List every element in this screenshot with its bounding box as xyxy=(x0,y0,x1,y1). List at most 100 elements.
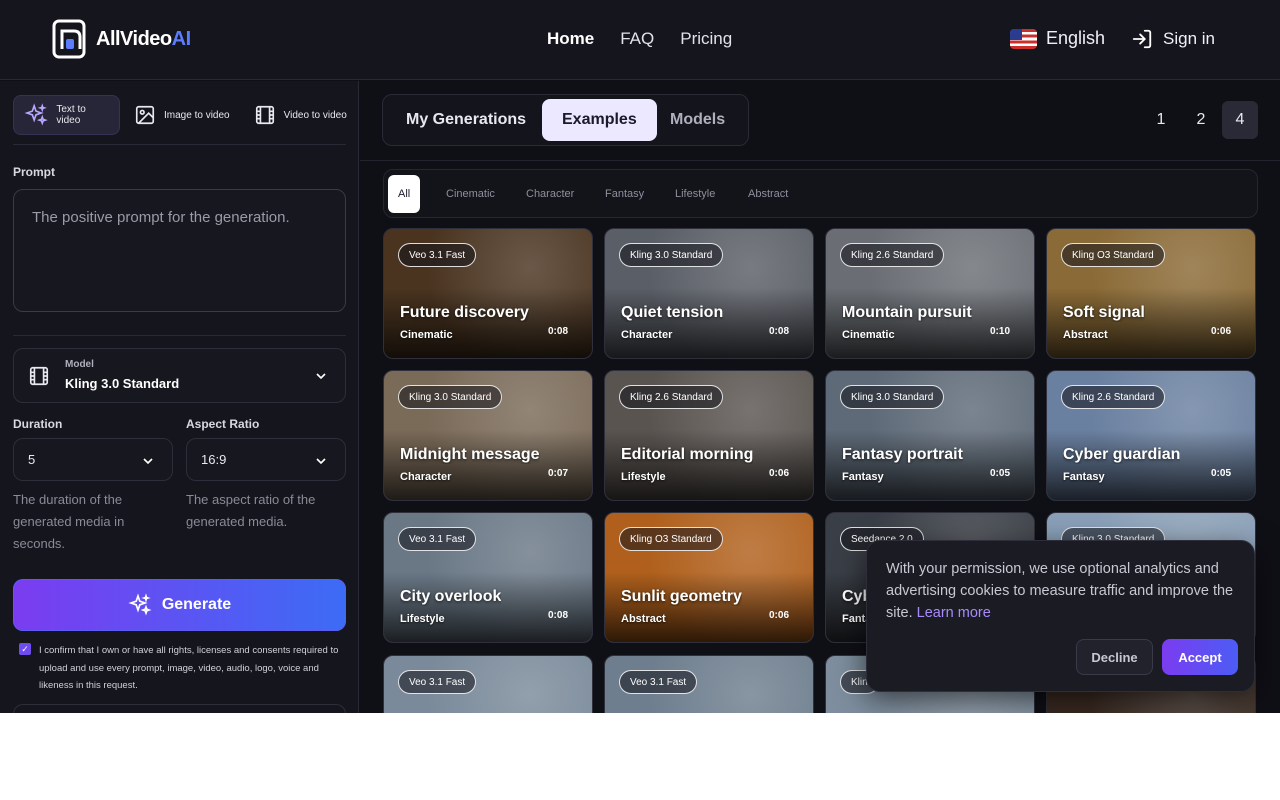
thumbnail-shade xyxy=(605,288,813,358)
model-badge: Kling O3 Standard xyxy=(619,527,723,551)
film-icon xyxy=(29,366,49,386)
nav-home[interactable]: Home xyxy=(547,29,594,49)
logo-icon xyxy=(52,19,86,59)
page-2[interactable]: 2 xyxy=(1183,101,1219,139)
page-4[interactable]: 4 xyxy=(1222,101,1258,139)
card-duration: 0:05 xyxy=(989,468,1010,479)
thumbnail-shade xyxy=(826,430,1034,500)
card-duration: 0:08 xyxy=(547,610,568,621)
example-card[interactable]: Kling 2.6 Standard Mountain pursuit Cinema… xyxy=(825,228,1035,359)
card-duration: 0:05 xyxy=(1210,468,1231,479)
filter-cinematic[interactable]: Cinematic xyxy=(436,175,505,213)
thumbnail-shade xyxy=(384,572,592,642)
example-card[interactable]: Kling 3.0 Standard Midnight message Charac… xyxy=(383,370,593,501)
mode-tabs: Text to video Image to video Video to vi… xyxy=(13,95,357,135)
filter-character[interactable]: Character xyxy=(516,175,584,213)
model-badge: Kling 2.6 Standard xyxy=(619,385,724,409)
card-duration: 0:06 xyxy=(768,468,789,479)
card-title: Fantasy portrait xyxy=(842,446,963,463)
nav-pricing[interactable]: Pricing xyxy=(680,29,732,49)
mode-label: Video to video xyxy=(283,109,347,121)
duration-hint: The duration of the generated media in s… xyxy=(13,492,125,551)
example-card[interactable]: Veo 3.1 Fast xyxy=(383,655,593,713)
card-category: Character xyxy=(400,471,452,483)
consent-checkbox[interactable]: ✓ xyxy=(19,643,31,655)
example-card[interactable]: Veo 3.1 Fast Future discovery Cinematic 0:0… xyxy=(383,228,593,359)
language-label: English xyxy=(1046,28,1106,48)
aspect-ratio-label: Aspect Ratio xyxy=(186,417,260,431)
card-title: Soft signal xyxy=(1063,304,1145,321)
example-card[interactable]: Kling 3.0 Standard Fantasy portrait Fantas… xyxy=(825,370,1035,501)
model-badge: Kling 3.0 Standard xyxy=(619,243,724,267)
thumbnail-shade xyxy=(826,288,1034,358)
card-category: Abstract xyxy=(621,613,666,625)
aspect-ratio-select[interactable]: 16:9 xyxy=(186,438,346,481)
example-card[interactable]: Kling 2.6 Standard Cyber guardian Fantasy 0… xyxy=(1046,370,1256,501)
prompt-input[interactable]: The positive prompt for the generation. xyxy=(13,189,346,312)
model-select[interactable]: Model Kling 3.0 Standard xyxy=(13,348,346,403)
example-card[interactable]: Kling 3.0 Standard Quiet tension Character… xyxy=(604,228,814,359)
sparkles-icon xyxy=(24,103,48,126)
tab-models[interactable]: Models xyxy=(650,99,745,141)
sparkles-icon xyxy=(128,593,152,616)
top-header: AllVideoAI Home FAQ Pricing English Sign… xyxy=(0,0,1280,80)
tab-examples[interactable]: Examples xyxy=(542,99,657,141)
example-card[interactable]: Veo 3.1 Fast City overlook Lifestyle 0:08 xyxy=(383,512,593,643)
consent-row: ✓ I confirm that I own or have all right… xyxy=(19,642,339,695)
generation-sidebar: Text to video Image to video Video to vi… xyxy=(0,81,359,713)
tab-my-generations[interactable]: My Generations xyxy=(386,99,546,141)
filter-all[interactable]: All xyxy=(388,175,421,213)
decline-button[interactable]: Decline xyxy=(1076,639,1153,675)
learn-more-link[interactable]: Learn more xyxy=(917,605,991,621)
example-card[interactable]: Veo 3.1 Fast xyxy=(604,655,814,713)
filter-fantasy[interactable]: Fantasy xyxy=(595,175,654,213)
thumbnail-shade xyxy=(384,288,592,358)
card-duration: 0:10 xyxy=(989,326,1010,337)
cookie-banner: With your permission, we use optional an… xyxy=(866,540,1255,692)
model-badge: Veo 3.1 Fast xyxy=(619,670,698,694)
thumbnail-shade xyxy=(1047,430,1255,500)
filter-abstract[interactable]: Abstract xyxy=(738,175,798,213)
film-icon xyxy=(255,105,274,125)
card-title: Mountain pursuit xyxy=(842,304,972,321)
consent-text: I confirm that I own or have all rights,… xyxy=(39,645,339,691)
card-category: Fantasy xyxy=(842,471,884,483)
us-flag-icon xyxy=(1010,28,1037,49)
card-category: Cinematic xyxy=(400,329,453,341)
model-badge: Kling 3.0 Standard xyxy=(398,385,503,409)
card-duration: 0:08 xyxy=(547,326,568,337)
example-card[interactable]: Kling O3 Standard Soft signal Abstract 0:06 xyxy=(1046,228,1256,359)
sign-in-button[interactable]: Sign in xyxy=(1131,28,1215,50)
page-1[interactable]: 1 xyxy=(1143,101,1179,139)
mode-image-to-video[interactable]: Image to video xyxy=(124,95,240,135)
card-category: Lifestyle xyxy=(621,471,666,483)
mode-text-to-video[interactable]: Text to video xyxy=(13,95,120,135)
image-icon xyxy=(135,105,155,125)
nav-faq[interactable]: FAQ xyxy=(620,29,654,49)
model-badge: Kling O3 Standard xyxy=(1061,243,1165,267)
generate-button[interactable]: Generate xyxy=(13,579,346,631)
duration-select[interactable]: 5 xyxy=(13,438,173,481)
filter-lifestyle[interactable]: Lifestyle xyxy=(665,175,725,213)
language-selector[interactable]: English xyxy=(1010,28,1105,49)
card-title: Cyber guardian xyxy=(1063,446,1181,463)
chevron-down-icon xyxy=(316,373,326,380)
sign-in-label: Sign in xyxy=(1163,29,1215,48)
model-badge: Veo 3.1 Fast xyxy=(398,243,477,267)
model-badge: Kling 3.0 Standard xyxy=(840,385,945,409)
model-badge: Kling 2.6 Standard xyxy=(1061,385,1166,409)
card-duration: 0:07 xyxy=(547,468,568,479)
logo[interactable]: AllVideoAI xyxy=(52,19,191,59)
thumbnail-shade xyxy=(605,572,813,642)
mode-video-to-video[interactable]: Video to video xyxy=(244,95,357,135)
example-card[interactable]: Kling 2.6 Standard Editorial morning Lifes… xyxy=(604,370,814,501)
model-value: Kling 3.0 Standard xyxy=(65,376,180,391)
card-duration: 0:08 xyxy=(768,326,789,337)
example-card[interactable]: Kling O3 Standard Sunlit geometry Abstract… xyxy=(604,512,814,643)
accept-button[interactable]: Accept xyxy=(1162,639,1238,675)
card-title: Editorial morning xyxy=(621,446,754,463)
card-duration: 0:06 xyxy=(1210,326,1231,337)
generate-label: Generate xyxy=(161,596,232,613)
card-title: Quiet tension xyxy=(621,304,724,321)
app-window: AllVideoAI Home FAQ Pricing English Sign… xyxy=(0,0,1280,713)
